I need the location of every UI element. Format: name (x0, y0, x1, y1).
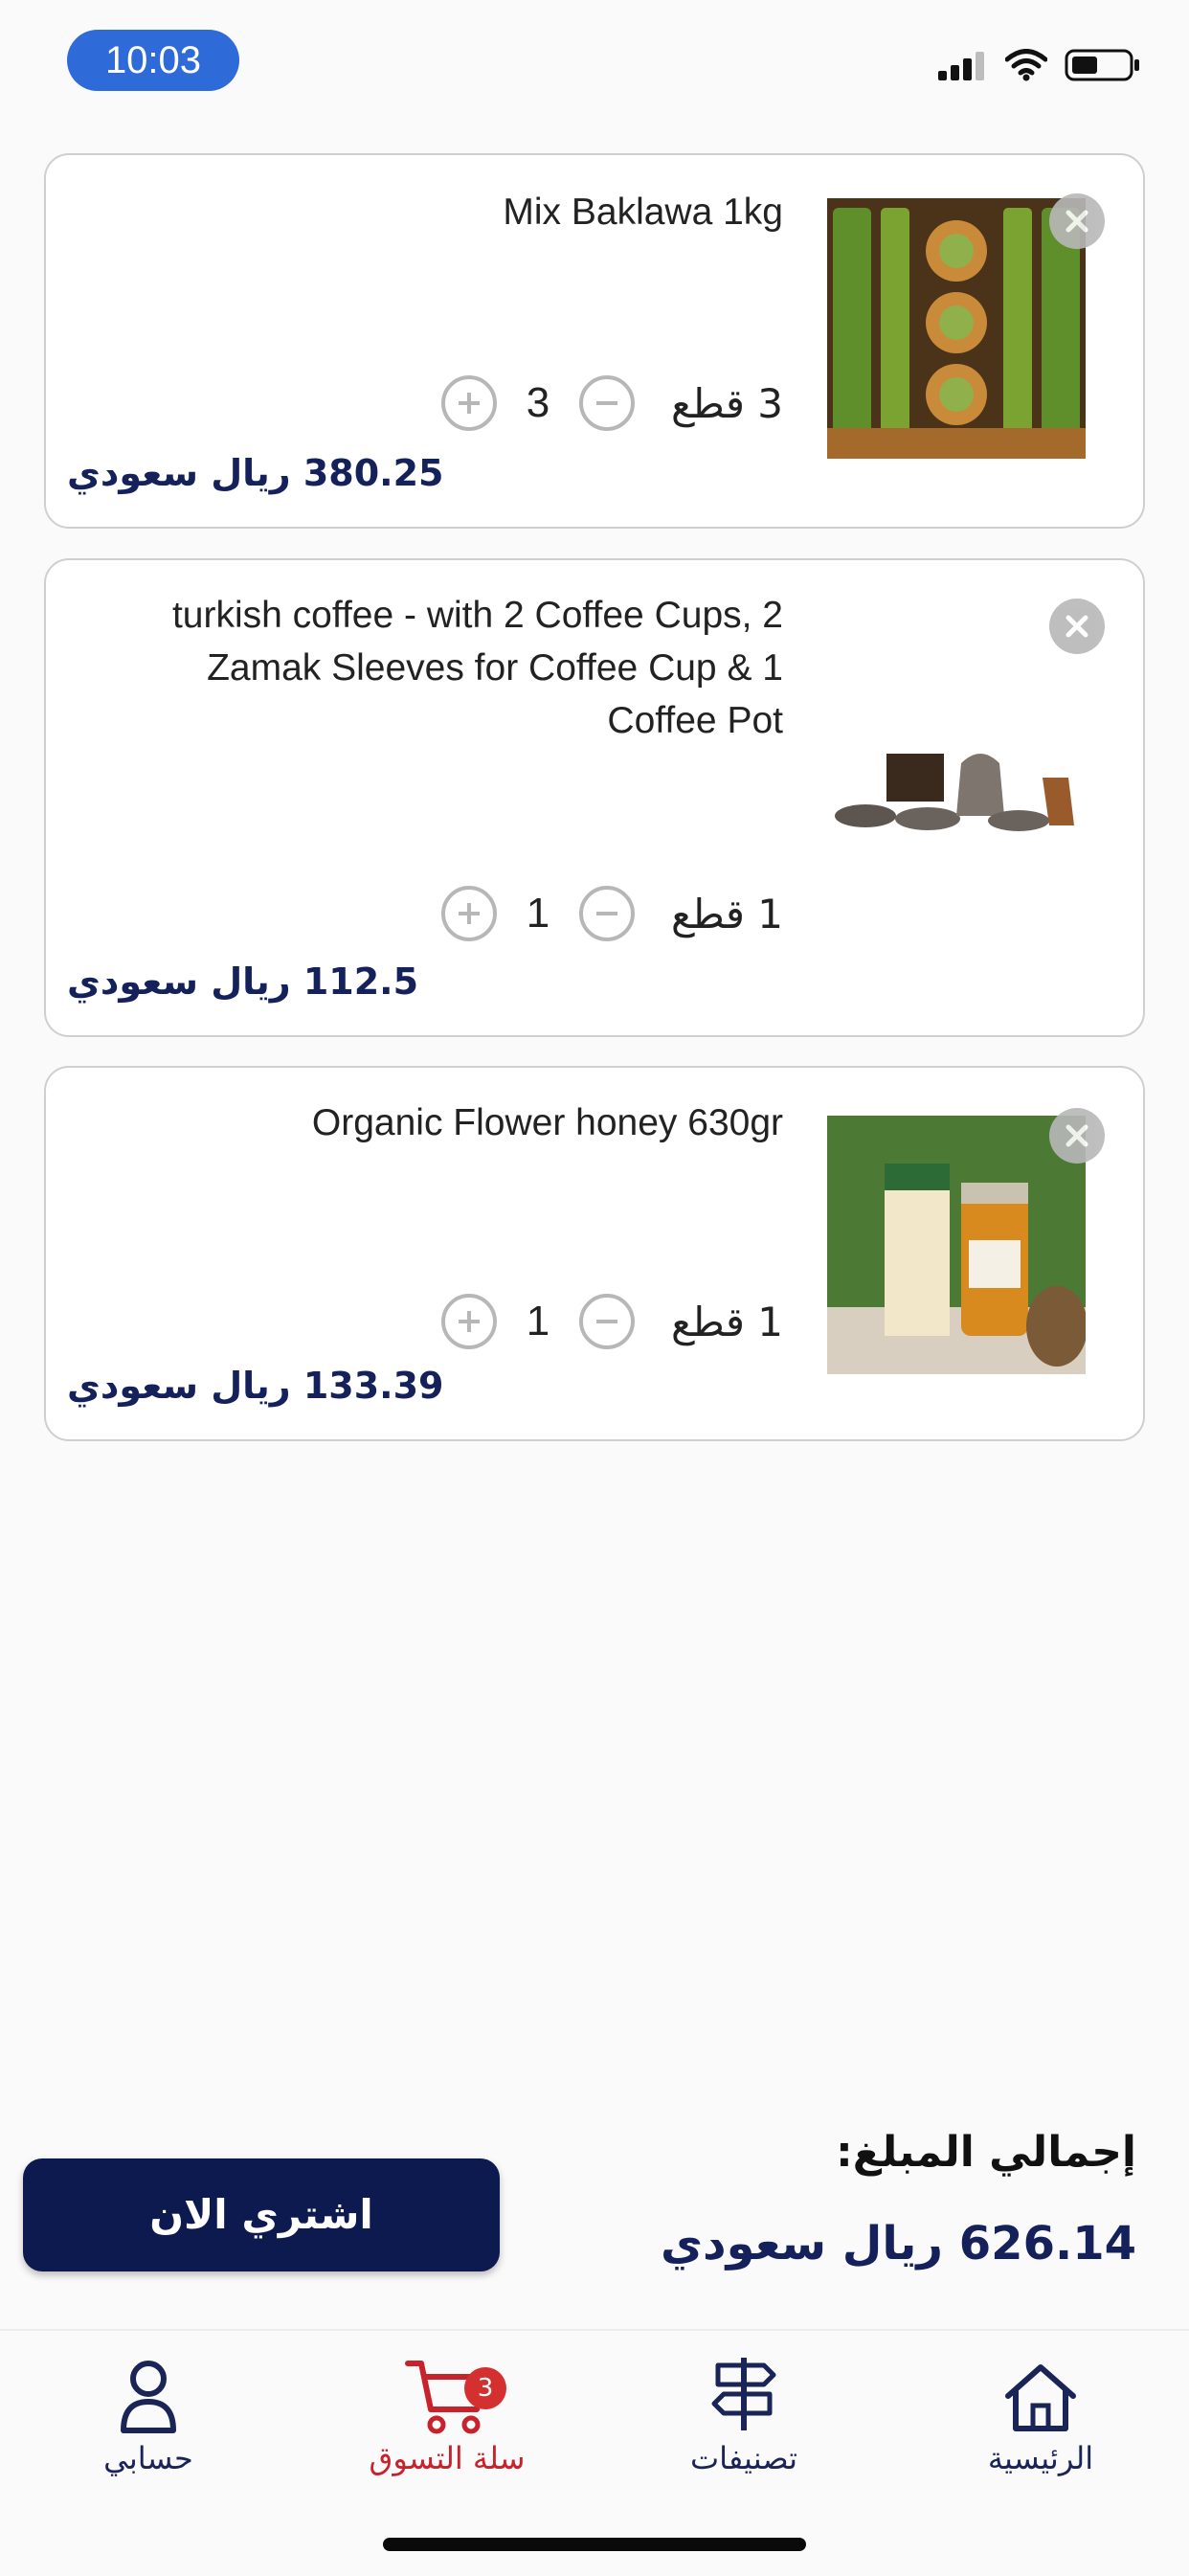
item-price: 133.39 ريال سعودي (67, 1365, 444, 1407)
status-time: 10:03 (67, 30, 239, 91)
quantity-value: 1 (526, 1298, 550, 1344)
remove-item-button[interactable] (1049, 1108, 1105, 1164)
increase-quantity-button[interactable] (441, 375, 498, 431)
quantity-row: 3 3 قطع (441, 375, 783, 431)
product-title: Mix Baklawa 1kg (503, 192, 783, 233)
nav-label-home: الرئيسية (987, 2440, 1094, 2476)
cart-item-card: Mix Baklawa 1kg 3 3 قطع 380.25 ريال سعود… (44, 153, 1145, 529)
decrease-quantity-button[interactable] (579, 375, 636, 431)
close-icon (1066, 210, 1088, 233)
cart-item-card: turkish coffee - with 2 Coffee Cups, 2 Z… (44, 558, 1145, 1037)
increase-quantity-button[interactable] (441, 886, 498, 941)
status-bar: 10:03 (0, 0, 1189, 124)
quantity-value: 1 (526, 890, 550, 937)
wifi-icon (1005, 49, 1047, 81)
remove-item-button[interactable] (1049, 193, 1105, 249)
user-icon (121, 2361, 176, 2433)
product-image-honey (827, 1116, 1086, 1374)
total-value: 626.14 ريال سعودي (661, 2217, 1136, 2271)
nav-home[interactable]: الرئيسية (935, 2348, 1146, 2476)
nav-label-cart: سلة التسوق (369, 2440, 526, 2476)
product-title: Organic Flower honey 630gr (311, 1102, 783, 1143)
minus-icon (596, 912, 618, 915)
plus-icon (459, 1311, 481, 1332)
decrease-quantity-button[interactable] (579, 1294, 636, 1349)
quantity-value: 3 (526, 379, 550, 426)
remove-item-button[interactable] (1049, 599, 1105, 654)
nav-label-account: حسابي (103, 2440, 193, 2476)
product-title: turkish coffee - with 2 Coffee Cups, 2 Z… (171, 595, 783, 741)
item-price: 380.25 ريال سعودي (67, 452, 444, 494)
minus-icon (596, 1320, 618, 1323)
cart-count-badge: 3 (464, 2367, 506, 2409)
cellular-signal-icon (938, 52, 984, 80)
decrease-quantity-button[interactable] (579, 886, 636, 941)
signpost-icon (711, 2358, 776, 2430)
plus-icon (459, 903, 481, 924)
close-icon (1066, 1124, 1088, 1147)
quantity-row: 1 1 قطع (441, 886, 783, 941)
item-price: 112.5 ريال سعودي (67, 960, 419, 1003)
home-icon (1005, 2364, 1076, 2431)
nav-account[interactable]: حسابي (43, 2348, 254, 2476)
home-indicator (383, 2538, 806, 2551)
increase-quantity-button[interactable] (441, 1294, 498, 1349)
product-image-baklawa (827, 198, 1086, 459)
quantity-label: 3 قطع (671, 379, 783, 427)
nav-categories[interactable]: تصنيفات (639, 2348, 849, 2476)
quantity-label: 1 قطع (671, 1298, 783, 1345)
battery-icon (1065, 49, 1139, 81)
product-image-turkish-coffee (827, 725, 1086, 851)
cart-item-card: Organic Flower honey 630gr 1 1 قطع 133.3… (44, 1066, 1145, 1441)
quantity-row: 1 1 قطع (441, 1294, 783, 1349)
quantity-label: 1 قطع (671, 890, 783, 938)
total-label: إجمالي المبلغ: (836, 2128, 1136, 2177)
buy-now-button[interactable]: اشتري الان (23, 2158, 500, 2271)
nav-cart[interactable]: 3 سلة التسوق (342, 2348, 552, 2476)
plus-icon (459, 393, 481, 414)
close-icon (1066, 615, 1088, 638)
minus-icon (596, 401, 618, 405)
status-icons (938, 48, 1141, 82)
nav-label-categories: تصنيفات (689, 2440, 798, 2476)
